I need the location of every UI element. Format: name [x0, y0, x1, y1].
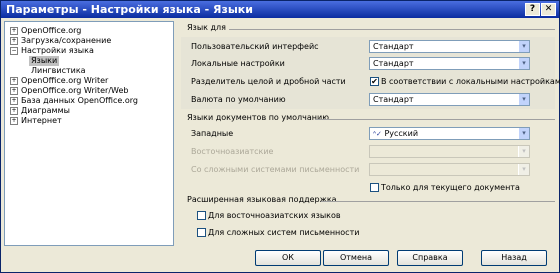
western-language-label: Западные [191, 129, 234, 138]
tree-item-label: Настройки языка [21, 46, 94, 55]
locale-label: Локальные настройки [191, 59, 285, 68]
ui-language-select[interactable]: Стандарт ▾ [369, 40, 530, 53]
tree-item-label: Языки [31, 56, 58, 65]
tree-item-openoffice[interactable]: + OpenOffice.org [10, 26, 81, 36]
expand-icon[interactable]: + [10, 106, 18, 115]
asian-support-checkbox[interactable] [197, 211, 206, 220]
only-current-document-checkbox[interactable] [370, 183, 379, 192]
locale-select[interactable]: Стандарт ▾ [369, 57, 530, 70]
help-button[interactable]: Справка [397, 250, 463, 266]
currency-value: Стандарт [373, 95, 414, 104]
cancel-button[interactable]: Отмена [323, 250, 389, 266]
window-title: Параметры - Настройки языка - Языки [6, 3, 253, 16]
tree-item-base[interactable]: + База данных OpenOffice.org [10, 96, 138, 106]
tree-item-label: Интернет [21, 116, 62, 125]
tree-item-writer-web[interactable]: + OpenOffice.org Writer/Web [10, 86, 128, 96]
help-title-button[interactable]: ? [525, 3, 540, 16]
asian-support-label: Для восточноазиатских языков [208, 211, 341, 220]
expand-icon[interactable]: + [10, 86, 18, 95]
tree-item-label: Загрузка/сохранение [21, 36, 112, 45]
section-title-extended: Расширенная языковая поддержка [187, 195, 337, 204]
ctl-language-select[interactable]: ▾ [369, 163, 530, 176]
options-tree: + OpenOffice.org + Загрузка/сохранение − На… [4, 21, 174, 246]
section-title-documents: Языки документов по умолчанию [187, 113, 329, 122]
section-divider [321, 201, 555, 202]
decimal-separator-checkbox[interactable]: ✔ [370, 77, 379, 86]
currency-select[interactable]: Стандарт ▾ [369, 93, 530, 106]
options-dialog: Параметры - Настройки языка - Языки ? ✕ … [0, 0, 560, 273]
expand-icon[interactable]: + [10, 76, 18, 85]
spellcheck-icon: ᴬ✓ [373, 130, 382, 138]
expand-icon[interactable]: + [10, 26, 18, 35]
dropdown-icon: ▾ [518, 128, 529, 139]
ui-language-label: Пользовательский интерфейс [191, 42, 319, 51]
collapse-icon[interactable]: − [10, 46, 18, 55]
ui-language-value: Стандарт [373, 42, 414, 51]
ctl-language-label: Со сложными системами письменности [191, 165, 360, 174]
dropdown-icon: ▾ [518, 146, 529, 157]
locale-value: Стандарт [373, 59, 414, 68]
section-divider [229, 29, 555, 30]
tree-item-charts[interactable]: + Диаграммы [10, 106, 70, 116]
section-title-language: Язык для [187, 23, 226, 32]
tree-item-label: OpenOffice.org [21, 26, 82, 35]
dropdown-icon: ▾ [518, 164, 529, 175]
decimal-separator-option: В соответствии с локальными настройками [381, 77, 560, 86]
western-language-select[interactable]: ᴬ✓ Русский ▾ [369, 127, 530, 140]
tree-item-linguistics[interactable]: Лингвистика [31, 66, 86, 76]
asian-language-label: Восточноазиатские [191, 147, 274, 156]
ctl-support-checkbox[interactable] [197, 228, 206, 237]
only-current-document-label: Только для текущего документа [381, 183, 520, 192]
ctl-support-label: Для сложных систем письменности [208, 228, 360, 237]
tree-item-label: Лингвистика [31, 66, 86, 75]
section-divider [315, 119, 555, 120]
ok-button[interactable]: ОК [255, 250, 321, 266]
tree-item-label: Диаграммы [21, 106, 70, 115]
tree-item-languages[interactable]: Языки [29, 56, 60, 66]
dropdown-icon: ▾ [518, 94, 529, 105]
expand-icon[interactable]: + [10, 36, 18, 45]
tree-item-label: OpenOffice.org Writer [21, 76, 109, 85]
expand-icon[interactable]: + [10, 96, 18, 105]
dropdown-icon: ▾ [518, 58, 529, 69]
decimal-separator-label: Разделитель целой и дробной части [191, 77, 346, 86]
tree-item-label: База данных OpenOffice.org [21, 96, 138, 105]
tree-item-language-settings[interactable]: − Настройки языка [10, 46, 94, 56]
back-button[interactable]: Назад [481, 250, 547, 266]
languages-page: Язык для Пользовательский интерфейс Стан… [181, 23, 560, 246]
western-language-value: Русский [384, 129, 419, 138]
tree-item-load-save[interactable]: + Загрузка/сохранение [10, 36, 111, 46]
tree-item-label: OpenOffice.org Writer/Web [21, 86, 129, 95]
dropdown-icon: ▾ [518, 41, 529, 52]
expand-icon[interactable]: + [10, 116, 18, 125]
tree-item-internet[interactable]: + Интернет [10, 116, 62, 126]
asian-language-select[interactable]: ▾ [369, 145, 530, 158]
currency-label: Валюта по умолчанию [191, 95, 286, 104]
tree-item-writer[interactable]: + OpenOffice.org Writer [10, 76, 108, 86]
title-bar: Параметры - Настройки языка - Языки ? ✕ [1, 1, 559, 18]
close-button[interactable]: ✕ [541, 3, 556, 16]
